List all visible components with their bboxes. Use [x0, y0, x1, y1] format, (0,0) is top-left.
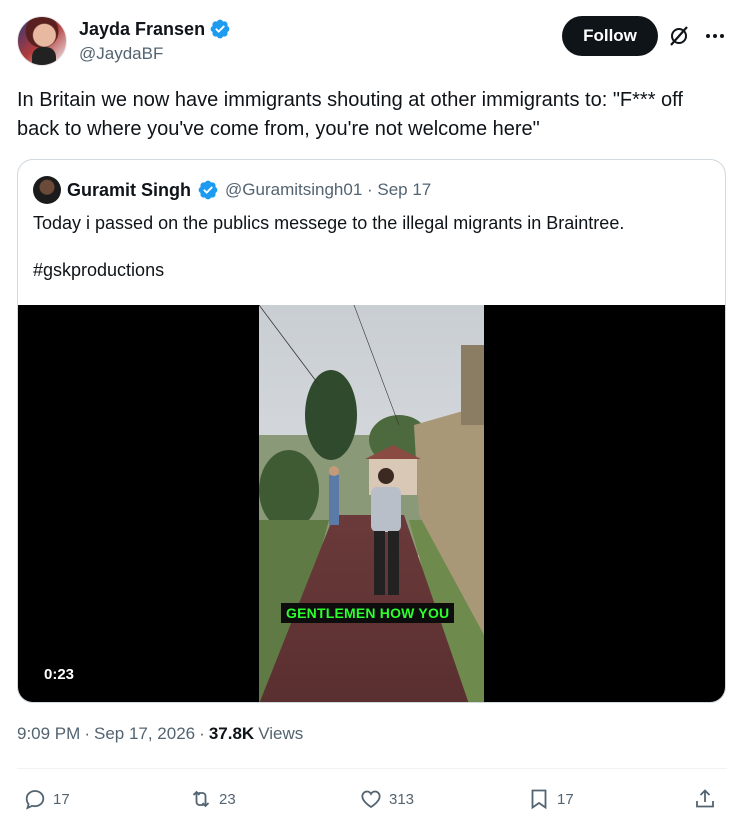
- quoted-tweet-text: Today i passed on the publics messege to…: [33, 213, 625, 233]
- reply-button[interactable]: 17: [23, 784, 70, 814]
- like-count: 313: [389, 790, 415, 808]
- quoted-author-display-name: Guramit Singh: [67, 179, 192, 200]
- bookmark-count: 17: [557, 790, 574, 808]
- author-display-name[interactable]: Jayda Fransen: [79, 19, 205, 40]
- quoted-tweet-header: Guramit Singh @Guramitsingh01 · Sep 17: [33, 176, 431, 204]
- like-button[interactable]: 313: [359, 784, 414, 814]
- author-avatar[interactable]: [17, 16, 67, 66]
- views-count: 37.8K: [208, 724, 255, 743]
- bookmark-icon: [531, 789, 547, 810]
- quoted-author-handle-date: @Guramitsingh01 · Sep 17: [225, 180, 432, 199]
- author-name-block: Jayda Fransen @JaydaBF: [79, 18, 231, 64]
- share-button[interactable]: [693, 784, 717, 814]
- share-icon: [696, 789, 714, 808]
- action-bar: 17 23 313 17: [17, 784, 729, 818]
- grok-icon[interactable]: [667, 24, 691, 48]
- heart-icon: [361, 790, 381, 809]
- tweet-text: In Britain we now have immigrants shouti…: [17, 89, 683, 140]
- follow-button[interactable]: Follow: [562, 16, 658, 56]
- video-duration-badge: 0:23: [36, 663, 83, 687]
- repost-count: 23: [219, 790, 236, 808]
- video-caption: GENTLEMEN HOW YOU: [281, 603, 455, 623]
- verified-badge-icon: [210, 19, 230, 39]
- tweet-header: Jayda Fransen @JaydaBF Follow: [17, 14, 728, 68]
- tweet-metadata: 9:09 PM · Sep 17, 2026 · 37.8K Views: [17, 724, 303, 744]
- video-player[interactable]: GENTLEMEN HOW YOU 0:23: [18, 305, 725, 702]
- reply-icon: [25, 790, 45, 810]
- quoted-tweet[interactable]: Guramit Singh @Guramitsingh01 · Sep 17 T…: [17, 159, 726, 703]
- repost-button[interactable]: 23: [189, 784, 236, 814]
- divider: [17, 768, 727, 769]
- tweet-time[interactable]: 9:09 PM: [17, 724, 80, 744]
- tweet-date[interactable]: Sep 17, 2026: [94, 724, 195, 744]
- views-label: Views: [258, 724, 304, 743]
- meta-separator: ·: [84, 724, 90, 743]
- quoted-author-avatar: [33, 176, 61, 204]
- bookmark-button[interactable]: 17: [527, 784, 574, 814]
- author-handle[interactable]: @JaydaBF: [79, 44, 231, 64]
- reply-count: 17: [53, 790, 70, 808]
- meta-separator: ·: [199, 724, 205, 743]
- video-frame: [259, 305, 484, 702]
- repost-icon: [192, 790, 210, 808]
- more-options-icon[interactable]: [703, 24, 727, 48]
- quoted-verified-badge-icon: [198, 180, 218, 200]
- quoted-hashtag[interactable]: #gskproductions: [33, 260, 164, 281]
